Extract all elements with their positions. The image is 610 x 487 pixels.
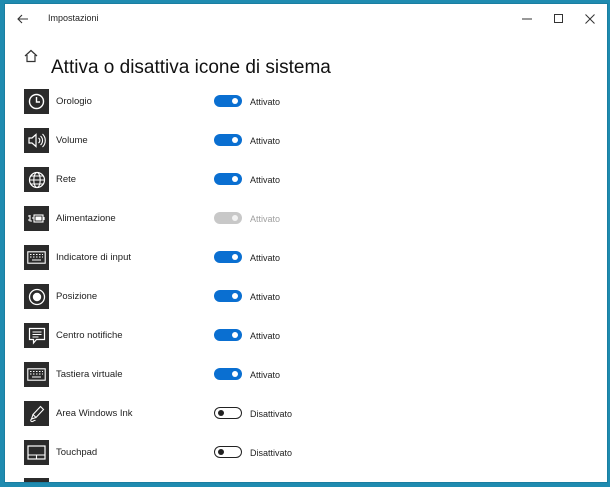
toggle-switch-rete[interactable]: [214, 173, 242, 185]
setting-row-orologio: Orologio Attivato: [5, 89, 607, 127]
setting-label: Alimentazione: [56, 213, 116, 224]
setting-row-touchpad: Touchpad Disattivato: [5, 440, 607, 478]
toggle-switch-tastiera-virtuale[interactable]: [214, 368, 242, 380]
back-arrow-icon: [17, 14, 28, 24]
toggle-switch-volume[interactable]: [214, 134, 242, 146]
toggle-switch-area-windows-ink[interactable]: [214, 407, 242, 419]
globe-icon: [24, 167, 49, 192]
setting-label: Orologio: [56, 96, 92, 107]
maximize-icon: [554, 14, 563, 23]
touchpad-icon: [24, 440, 49, 465]
battery-plug-icon: [24, 206, 49, 231]
toggle-state: Attivato: [250, 175, 281, 185]
setting-row-centro-notifiche: Centro notifiche Attivato: [5, 323, 607, 361]
minimize-icon: [522, 18, 532, 20]
toggle-state: Attivato: [250, 292, 281, 302]
setting-label: Posizione: [56, 291, 98, 302]
toggle-state: Attivato: [250, 370, 281, 380]
setting-label: Touchpad: [56, 447, 98, 458]
toggle-state: Disattivato: [250, 409, 293, 419]
home-icon[interactable]: [23, 48, 39, 64]
toggle-switch-orologio[interactable]: [214, 95, 242, 107]
setting-row-volume: Volume Attivato: [5, 128, 607, 166]
toggle-state: Attivato: [250, 136, 281, 146]
setting-row-tastiera-virtuale: Tastiera virtuale Attivato: [5, 362, 607, 400]
setting-row-rete: Rete Attivato: [5, 167, 607, 205]
location-icon: [24, 284, 49, 309]
title-bar: Impostazioni: [5, 4, 607, 34]
setting-label: Tastiera virtuale: [56, 369, 123, 380]
setting-row-alimentazione: Alimentazione Attivato: [5, 206, 607, 244]
toggle-state: Attivato: [250, 253, 281, 263]
setting-label: Area Windows Ink: [56, 408, 133, 419]
toggle-state: Attivato: [250, 97, 281, 107]
toggle-state: Attivato: [250, 331, 281, 341]
clock-icon: [24, 89, 49, 114]
page-title: Attiva o disattiva icone di sistema: [51, 56, 331, 78]
app-title: Impostazioni: [48, 13, 99, 23]
keyboard-icon: [24, 362, 49, 387]
toggle-switch-centro-notifiche[interactable]: [214, 329, 242, 341]
speaker-icon: [24, 128, 49, 153]
setting-row-indicatore-di-input: Indicatore di input Attivato: [5, 245, 607, 283]
minimize-button[interactable]: [512, 9, 542, 29]
setting-label: Indicatore di input: [56, 252, 131, 263]
maximize-button[interactable]: [544, 9, 574, 29]
pen-icon: [24, 401, 49, 426]
toggle-state: Disattivato: [250, 448, 293, 458]
setting-row-posizione: Posizione Attivato: [5, 284, 607, 322]
settings-window: Impostazioni Attiva o disattiva icone di…: [4, 3, 608, 483]
toggle-switch-alimentazione: [214, 212, 242, 224]
setting-label: Centro notifiche: [56, 330, 123, 341]
close-button[interactable]: [575, 9, 605, 29]
close-icon: [585, 14, 595, 24]
toggle-switch-indicatore-di-input[interactable]: [214, 251, 242, 263]
toggle-switch-posizione[interactable]: [214, 290, 242, 302]
setting-label: Volume: [56, 135, 88, 146]
next-setting-icon: [24, 478, 49, 482]
keyboard-icon: [24, 245, 49, 270]
setting-row-area-windows-ink: Area Windows Ink Disattivato: [5, 401, 607, 439]
toggle-state: Attivato: [250, 214, 281, 224]
setting-label: Rete: [56, 174, 77, 185]
toggle-switch-touchpad[interactable]: [214, 446, 242, 458]
notification-icon: [24, 323, 49, 348]
back-button[interactable]: [13, 10, 33, 28]
